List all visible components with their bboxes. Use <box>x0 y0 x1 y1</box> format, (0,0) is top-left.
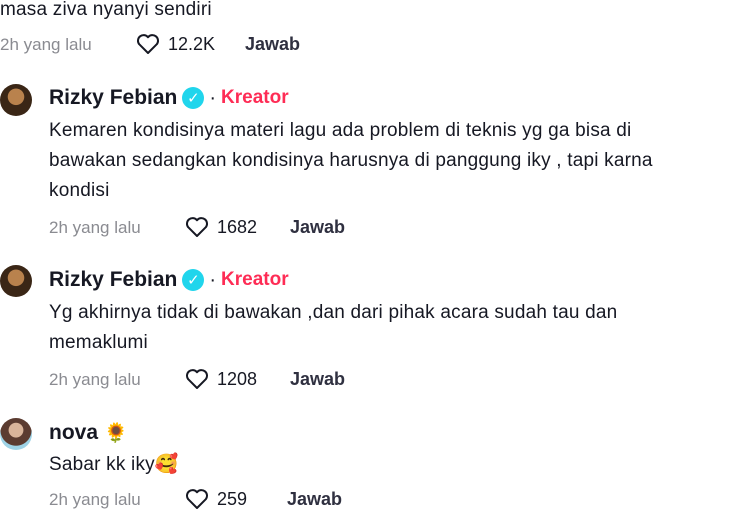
comment-text: Sabar kk iky🥰 <box>49 452 179 478</box>
like-button[interactable]: 1208 <box>185 368 257 390</box>
reply-button[interactable]: Jawab <box>245 34 300 55</box>
comment-text: Yg akhirnya tidak di bawakan ,dan dari p… <box>49 300 617 356</box>
comment-line: kondisi <box>49 180 110 201</box>
comment-text: Kemaren kondisinya materi lagu ada probl… <box>49 118 653 204</box>
reply-button[interactable]: Jawab <box>290 217 345 238</box>
like-count: 12.2K <box>168 33 216 54</box>
avatar[interactable] <box>0 84 32 116</box>
avatar[interactable] <box>0 418 32 450</box>
comment-line: Kemaren kondisinya materi lagu ada probl… <box>49 120 632 141</box>
username[interactable]: Rizky Febian <box>49 268 177 292</box>
reply-button[interactable]: Jawab <box>290 369 345 390</box>
comment-line: Sabar kk iky🥰 <box>49 454 179 475</box>
like-button[interactable]: 1682 <box>185 216 257 238</box>
username[interactable]: nova <box>49 421 98 445</box>
comment-line: Yg akhirnya tidak di bawakan ,dan dari p… <box>49 302 618 323</box>
comment-header: nova 🌻 <box>49 421 128 445</box>
heart-icon <box>136 34 160 54</box>
creator-badge: Kreator <box>221 87 289 108</box>
comment-time: 2h yang lalu <box>0 35 92 54</box>
like-count: 1208 <box>217 368 258 389</box>
verified-icon: ✓ <box>182 87 205 109</box>
like-button[interactable]: 12.2K <box>136 33 215 55</box>
separator-dot: · <box>209 268 217 291</box>
sunflower-emoji: 🌻 <box>104 423 128 444</box>
like-count: 259 <box>217 488 248 509</box>
heart-icon <box>185 369 209 389</box>
username[interactable]: Rizky Febian <box>49 86 177 110</box>
like-count: 1682 <box>217 216 258 237</box>
separator-dot: · <box>209 86 217 109</box>
verified-icon: ✓ <box>182 269 205 291</box>
avatar[interactable] <box>0 265 32 297</box>
heart-icon <box>185 489 209 509</box>
comment-header: Rizky Febian ✓ · Kreator <box>49 86 289 110</box>
comment-time: 2h yang lalu <box>49 218 141 237</box>
like-button[interactable]: 259 <box>185 488 247 510</box>
heart-icon <box>185 217 209 237</box>
comment-time: 2h yang lalu <box>49 490 141 509</box>
creator-badge: Kreator <box>221 269 289 290</box>
comment-header: Rizky Febian ✓ · Kreator <box>49 268 289 292</box>
comment-line: bawakan sedangkan kondisinya harusnya di… <box>49 150 653 171</box>
comment-line: memaklumi <box>49 332 148 353</box>
comment-time: 2h yang lalu <box>49 370 141 389</box>
comment-text: masa ziva nyanyi sendiri <box>0 0 212 20</box>
